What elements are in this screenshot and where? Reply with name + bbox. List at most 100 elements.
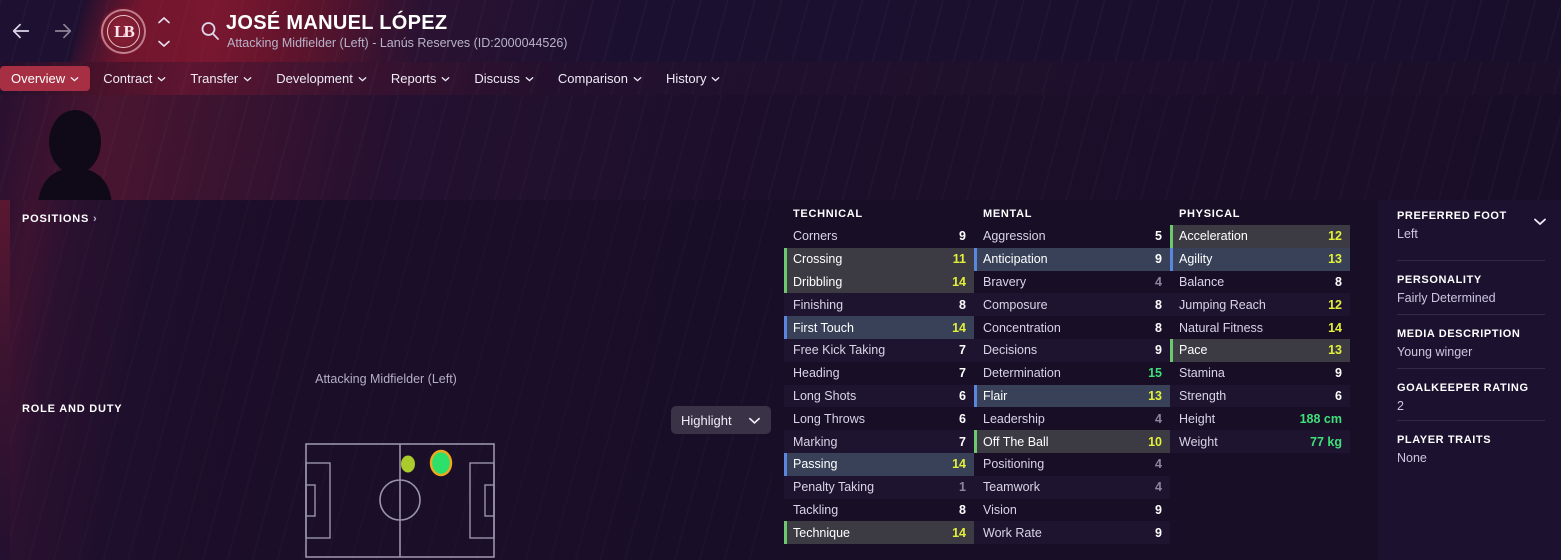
attribute-row[interactable]: Free Kick Taking 7 (784, 338, 974, 362)
attribute-name: Dribbling (793, 274, 843, 289)
attribute-value: 13 (1148, 388, 1162, 403)
attribute-row[interactable]: Finishing 8 (784, 293, 974, 317)
attribute-value: 14 (952, 525, 966, 540)
attribute-row[interactable]: Teamwork 4 (974, 475, 1170, 499)
attribute-name: Composure (983, 297, 1048, 312)
top-header-bar: LB JOSÉ MANUEL LÓPEZ Attacking Midfielde… (0, 0, 1561, 62)
attribute-row[interactable]: Strength 6 (1170, 384, 1350, 408)
attribute-row[interactable]: Corners 9 (784, 225, 974, 248)
attribute-row[interactable]: Penalty Taking 1 (784, 475, 974, 499)
nav-tab-history[interactable]: History (655, 66, 731, 91)
club-switcher-stepper[interactable] (156, 16, 172, 48)
positions-section-title: POSITIONS › (22, 213, 98, 225)
attribute-row[interactable]: Stamina 9 (1170, 362, 1350, 385)
attribute-value: 1 (959, 480, 966, 495)
nav-tab-label: Transfer (190, 71, 239, 86)
attribute-name: Crossing (793, 252, 843, 267)
nav-tab-development[interactable]: Development (265, 66, 378, 91)
attribute-row[interactable]: Anticipation 9 (974, 247, 1170, 271)
attribute-row[interactable]: Natural Fitness 14 (1170, 316, 1350, 339)
attribute-row[interactable]: Weight 77 kg (1170, 430, 1350, 453)
attribute-name: Leadership (983, 411, 1045, 426)
sidebar-divider (1397, 420, 1545, 421)
nav-tab-label: Overview (11, 71, 66, 86)
attribute-row[interactable]: Technique 14 (784, 521, 974, 545)
chevron-down-icon (525, 76, 534, 81)
attribute-value: 9 (1155, 502, 1162, 517)
attribute-row[interactable]: Pace 13 (1170, 338, 1350, 362)
attribute-row[interactable]: Long Shots 6 (784, 384, 974, 408)
attribute-name: Corners (793, 229, 838, 244)
nav-tab-reports[interactable]: Reports (380, 66, 462, 91)
attribute-row[interactable]: Positioning 4 (974, 453, 1170, 476)
mental-attributes-column: MENTAL Aggression 5 Anticipation 9 Bravery 4 Co… (974, 200, 1170, 545)
attribute-value: 8 (959, 502, 966, 517)
nav-tab-label: Discuss (474, 71, 520, 86)
nav-tab-transfer[interactable]: Transfer (179, 66, 263, 91)
attribute-name: Agility (1179, 252, 1213, 267)
nav-tab-comparison[interactable]: Comparison (547, 66, 653, 91)
attribute-row[interactable]: Off The Ball 10 (974, 430, 1170, 453)
player-subtitle: Attacking Midfielder (Left) - Lanús Rese… (227, 36, 568, 50)
main-content-area: POSITIONS › Attacking Midfielder (Left) (0, 200, 1561, 560)
sidebar-section-title: MEDIA DESCRIPTION (1397, 328, 1521, 340)
attribute-row[interactable]: Jumping Reach 12 (1170, 293, 1350, 317)
attribute-row[interactable]: Marking 7 (784, 430, 974, 453)
sidebar-section-title: PLAYER TRAITS (1397, 434, 1492, 446)
attribute-row[interactable]: Decisions 9 (974, 338, 1170, 362)
attribute-value: 9 (959, 229, 966, 244)
attribute-value: 6 (959, 411, 966, 426)
attribute-row[interactable]: Determination 15 (974, 362, 1170, 385)
sidebar-divider (1397, 260, 1545, 261)
attribute-row[interactable]: Leadership 4 (974, 407, 1170, 430)
attribute-row[interactable]: Composure 8 (974, 293, 1170, 317)
attribute-name: Pace (1179, 343, 1208, 358)
attribute-value: 7 (959, 366, 966, 381)
sidebar-section: PERSONALITY Fairly Determined (1397, 274, 1547, 305)
attribute-row[interactable]: Concentration 8 (974, 316, 1170, 339)
attribute-value: 4 (1155, 411, 1162, 426)
attribute-row[interactable]: Crossing 11 (784, 247, 974, 271)
attribute-row[interactable]: Tackling 8 (784, 499, 974, 522)
attribute-row[interactable]: Height 188 cm (1170, 407, 1350, 430)
preferred-foot-chevron-icon[interactable] (1533, 213, 1547, 226)
attribute-value: 8 (1335, 274, 1342, 289)
attribute-value: 7 (959, 434, 966, 449)
sidebar-section-value: Left (1397, 227, 1418, 241)
attribute-row[interactable]: Work Rate 9 (974, 521, 1170, 545)
chevron-right-icon[interactable]: › (93, 213, 97, 225)
nav-tab-overview[interactable]: Overview (0, 66, 91, 91)
attribute-row[interactable]: Bravery 4 (974, 271, 1170, 294)
attribute-row[interactable]: Long Throws 6 (784, 407, 974, 430)
attribute-value: 14 (1328, 320, 1342, 335)
highlight-dropdown[interactable]: Highlight (671, 406, 771, 434)
club-badge-icon[interactable]: LB (101, 9, 146, 54)
forward-arrow-icon[interactable] (50, 18, 76, 44)
chevron-down-icon (712, 76, 720, 81)
physical-column-title: PHYSICAL (1179, 208, 1241, 220)
attribute-value: 9 (1335, 366, 1342, 381)
attribute-name: Jumping Reach (1179, 297, 1266, 312)
search-icon[interactable] (199, 20, 221, 42)
attribute-row[interactable]: First Touch 14 (784, 316, 974, 339)
attribute-value: 4 (1155, 274, 1162, 289)
back-arrow-icon[interactable] (8, 18, 34, 44)
technical-attributes-column: TECHNICAL Corners 9 Crossing 11 Dribbling 14 Fi… (784, 200, 974, 545)
nav-tab-contract[interactable]: Contract (92, 66, 177, 91)
attribute-row[interactable]: Aggression 5 (974, 225, 1170, 248)
chevron-down-icon (358, 76, 367, 81)
attribute-name: Aggression (983, 229, 1046, 244)
attribute-row[interactable]: Dribbling 14 (784, 270, 974, 294)
attribute-row[interactable]: Agility 13 (1170, 247, 1350, 271)
attribute-row[interactable]: Acceleration 12 (1170, 225, 1350, 248)
nav-tab-discuss[interactable]: Discuss (463, 66, 545, 91)
player-info-strip: Argentinian 19 years old (6/12/2000) 0 c… (0, 95, 1561, 200)
sidebar-section: MEDIA DESCRIPTION Young winger (1397, 328, 1547, 359)
attribute-row[interactable]: Passing 14 (784, 452, 974, 476)
attribute-row[interactable]: Heading 7 (784, 362, 974, 385)
attribute-row[interactable]: Balance 8 (1170, 271, 1350, 294)
attribute-row[interactable]: Vision 9 (974, 499, 1170, 522)
sidebar-section-title: PREFERRED FOOT (1397, 210, 1507, 222)
attribute-row[interactable]: Flair 13 (974, 384, 1170, 408)
attribute-name: Acceleration (1179, 229, 1248, 244)
